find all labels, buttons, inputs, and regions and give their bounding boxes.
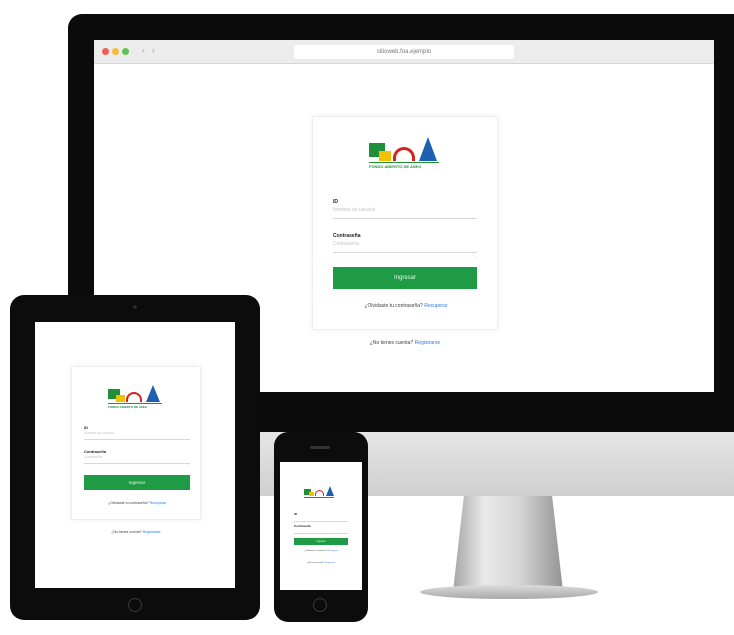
phone-screen: ID Contraseña Ingresar ¿Olvidaste tu con…	[280, 462, 362, 590]
register-text: ¿No tienes cuenta?	[369, 340, 414, 346]
tablet-camera	[133, 305, 137, 309]
phone-login-button[interactable]: Ingresar	[294, 538, 348, 545]
tablet-login-button-label: Ingresar	[128, 480, 146, 485]
tablet-password-label: Contraseña	[84, 449, 107, 454]
maximize-dot-icon[interactable]	[122, 48, 129, 55]
tablet-password-input[interactable]: Contraseña	[84, 455, 190, 464]
forward-arrow-icon[interactable]: ›	[152, 46, 155, 55]
phone-login-button-label: Ingresar	[316, 540, 326, 543]
brand-logo: FONDO ABIERTO DE ASEO	[369, 137, 447, 181]
phone-register-link[interactable]: Registrarse	[325, 562, 335, 564]
tablet-logo-caption: FONDO ABIERTO DE ASEO	[108, 405, 148, 409]
tablet-login-button[interactable]: Ingresar	[84, 475, 190, 490]
home-button-icon[interactable]	[128, 598, 142, 612]
phone-register-row: ¿No tienes cuenta? Registrarse	[280, 562, 362, 564]
tablet-username-label: ID	[84, 425, 88, 430]
phone-forgot-link[interactable]: Recuperar	[328, 550, 337, 552]
tablet-register-row: ¿No tienes cuenta? Registrarse	[71, 530, 201, 534]
phone-speaker	[310, 446, 330, 449]
monitor-base	[420, 585, 598, 599]
phone-password-input[interactable]	[294, 528, 348, 534]
login-button-label: Ingresar	[393, 275, 416, 281]
username-label: ID	[333, 199, 338, 205]
tablet-register-link[interactable]: Registrarse	[143, 530, 161, 534]
password-label: Contraseña	[333, 233, 361, 239]
register-link[interactable]: Registrarse	[415, 340, 441, 346]
password-input[interactable]: Contraseña	[333, 241, 477, 253]
register-row: ¿No tienes cuenta? Registrarse	[312, 340, 498, 346]
close-dot-icon[interactable]	[102, 48, 109, 55]
tablet-login-card: FONDO ABIERTO DE ASEO ID Nombre de usuar…	[71, 366, 201, 520]
monitor-stand	[452, 488, 564, 593]
tablet-username-input[interactable]: Nombre de usuario	[84, 431, 190, 440]
address-bar-url: sitioweb.foa.ejemplo	[376, 49, 432, 55]
phone-username-input[interactable]	[294, 516, 348, 522]
phone-brand-logo	[304, 486, 338, 504]
phone-forgot-text: ¿Olvidaste tu contraseña?	[304, 550, 328, 552]
tablet-brand-logo: FONDO ABIERTO DE ASEO	[108, 385, 168, 417]
minimize-dot-icon[interactable]	[112, 48, 119, 55]
phone-register-text: ¿No tienes cuenta?	[306, 562, 325, 564]
forgot-password-row: ¿Olvidaste tu contraseña? Recuperar	[313, 303, 499, 309]
tablet-screen: FONDO ABIERTO DE ASEO ID Nombre de usuar…	[35, 322, 235, 588]
phone-forgot-row: ¿Olvidaste tu contraseña? Recuperar	[280, 550, 362, 552]
tablet-forgot-text: ¿Olvidaste tu contraseña?	[107, 501, 149, 505]
forgot-password-text: ¿Olvidaste tu contraseña?	[364, 303, 423, 309]
logo-caption: FONDO ABIERTO DE ASEO	[369, 164, 422, 169]
tablet-forgot-link[interactable]: Recuperar	[150, 501, 166, 505]
browser-toolbar: ‹ › sitioweb.foa.ejemplo	[94, 40, 714, 64]
tablet-register-text: ¿No tienes cuenta?	[111, 530, 142, 534]
username-input[interactable]: Nombre de usuario	[333, 207, 477, 219]
login-button[interactable]: Ingresar	[333, 267, 477, 289]
login-card: FONDO ABIERTO DE ASEO ID Nombre de usuar…	[312, 116, 498, 330]
address-bar[interactable]: sitioweb.foa.ejemplo	[294, 45, 514, 59]
forgot-password-link[interactable]: Recuperar	[424, 303, 447, 309]
phone-home-button-icon[interactable]	[313, 598, 327, 612]
tablet-forgot-row: ¿Olvidaste tu contraseña? Recuperar	[72, 501, 202, 505]
back-arrow-icon[interactable]: ‹	[142, 46, 145, 55]
